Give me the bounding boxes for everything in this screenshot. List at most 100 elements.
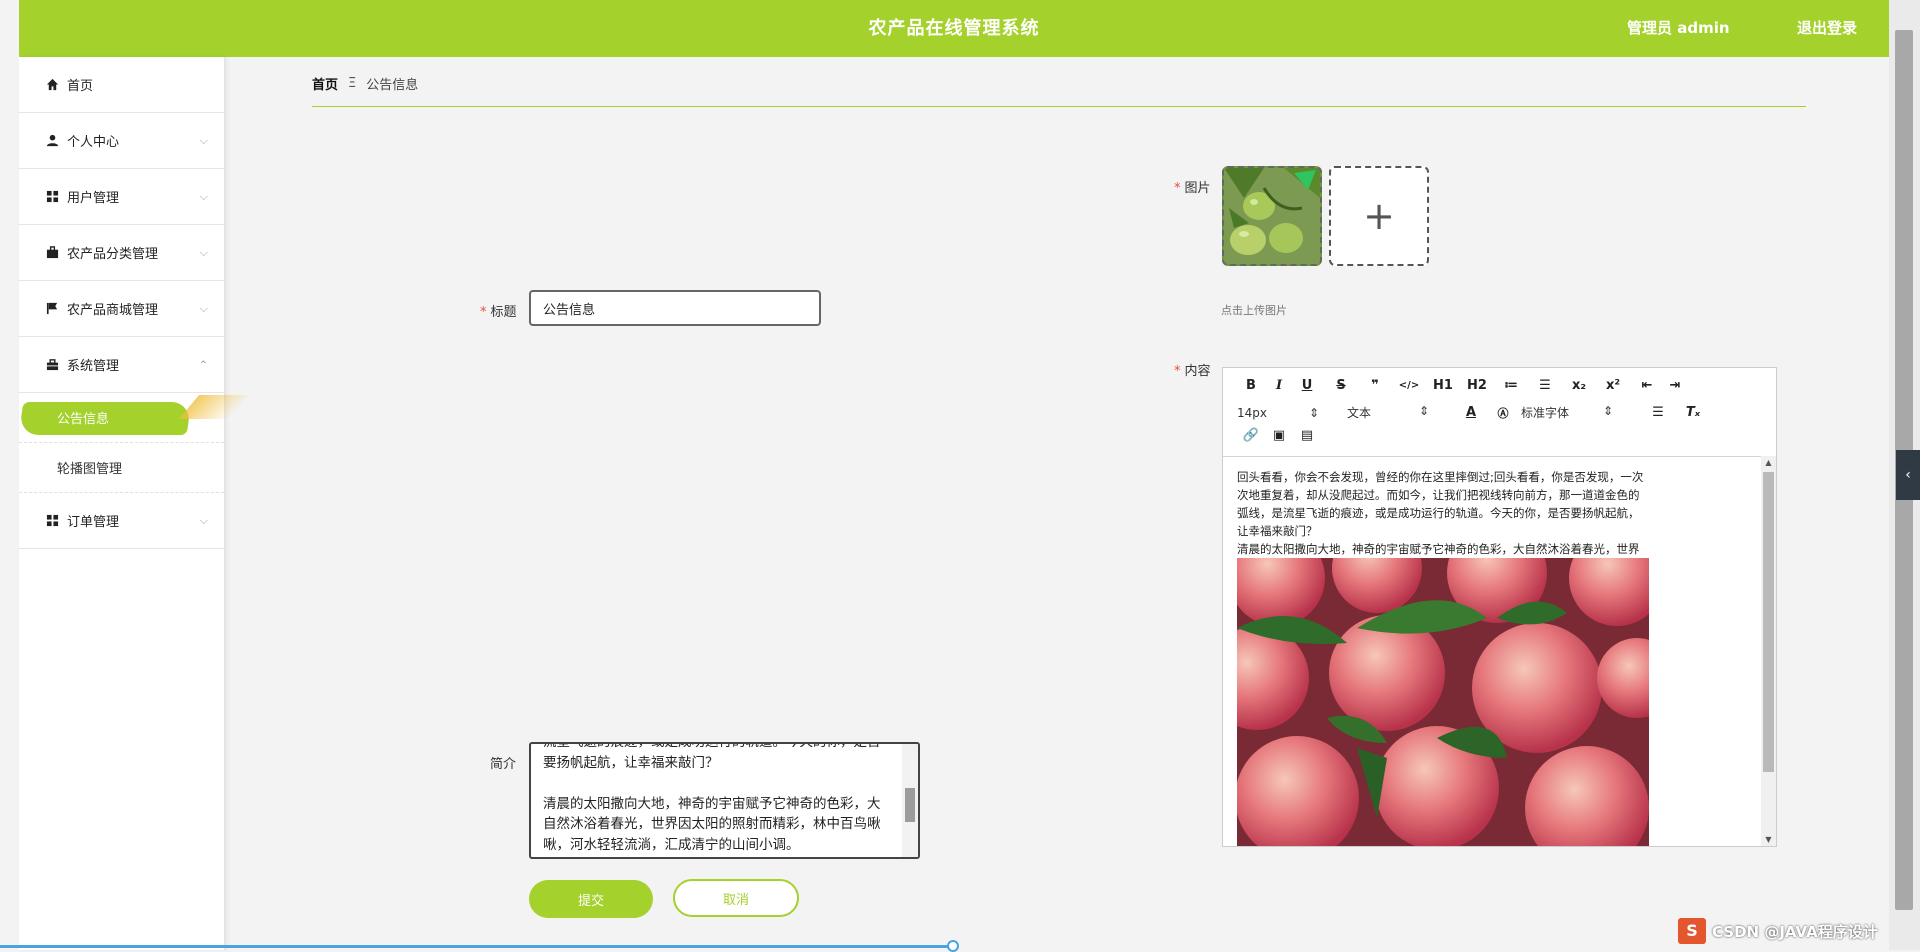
blockquote-button[interactable]: ❞ [1361, 378, 1389, 393]
watermark-text: CSDN @JAVA程序设计 [1712, 922, 1878, 941]
required-mark: * [1174, 181, 1181, 196]
current-user: 管理员 admin [1627, 19, 1730, 37]
image-icon[interactable]: ▣ [1265, 428, 1293, 443]
summary-text: 流星飞逝的痕迹，或是成功运行的轨道。今天的你，是否要扬帆起航，让幸福来敲门？ 清… [543, 742, 881, 853]
chevron-down-icon: ⌵ [199, 245, 208, 259]
sidebar-item-label: 个人中心 [67, 135, 120, 150]
scroll-up-icon[interactable]: ▲ [1761, 458, 1776, 467]
link-icon[interactable]: 🔗 [1237, 428, 1265, 443]
editor-content-area[interactable]: 回头看看，你会不会发现，曾经的你在这里摔倒过;回头看看，你是否发现，一次次地重复… [1223, 456, 1776, 846]
sidebar-item-order-management[interactable]: 订单管理 ⌵ [19, 493, 224, 549]
chevron-down-icon: ⌵ [199, 513, 208, 527]
sidebar-item-mall-management[interactable]: 农产品商城管理 ⌵ [19, 281, 224, 337]
toolbar-row-insert: 🔗 ▣ ▤ [1237, 428, 1321, 443]
sidebar-item-system-management[interactable]: 系统管理 ⌃ [19, 337, 224, 393]
chevron-down-icon: ⌵ [199, 133, 208, 147]
uploaded-image-thumbnail[interactable] [1222, 166, 1322, 266]
sidebar-subitem-carousel[interactable]: 轮播图管理 [19, 443, 224, 493]
csdn-logo-icon: S [1678, 918, 1706, 944]
sidebar-item-personal-center[interactable]: 个人中心 ⌵ [19, 113, 224, 169]
submit-button[interactable]: 提交 [529, 880, 653, 918]
summary-label: 简介 [490, 757, 517, 772]
plus-icon: + [1363, 194, 1395, 238]
toolbar-row-format: B I U S ❞ </> H1 H2 ≔ ☰ x₂ x² ⇤ ⇥ [1237, 378, 1689, 393]
font-family-select[interactable]: 标准字体 ⇕ [1521, 404, 1613, 421]
breadcrumb-home[interactable]: 首页 [312, 74, 338, 93]
upload-add-button[interactable]: + [1329, 166, 1429, 266]
code-button[interactable]: </> [1389, 380, 1429, 391]
font-color-icon[interactable]: A [1457, 405, 1485, 420]
grid-icon [45, 190, 59, 204]
content-label-text: 内容 [1184, 364, 1211, 379]
italic-button[interactable]: I [1265, 378, 1293, 393]
summary-scrollbar[interactable] [902, 744, 918, 857]
summary-textarea[interactable]: 流星飞逝的痕迹，或是成功运行的轨道。今天的你，是否要扬帆起航，让幸福来敲门？ 清… [529, 742, 920, 859]
underline-button[interactable]: U [1293, 378, 1321, 393]
sidebar-item-label: 首页 [67, 79, 94, 94]
highlight-flare [178, 395, 250, 419]
font-family-value: 标准字体 [1521, 406, 1570, 420]
breadcrumb: 首页 Ξ 公告信息 [312, 74, 418, 93]
select-arrows-icon: ⇕ [1418, 404, 1429, 418]
clear-format-icon[interactable]: Tₓ [1679, 405, 1707, 420]
title-label: * 标题 [480, 301, 517, 320]
upload-hint: 点击上传图片 [1221, 304, 1287, 317]
block-type-select[interactable]: 文本 ⇕ [1347, 404, 1429, 421]
font-size-value: 14px [1237, 405, 1267, 420]
image-label: * 图片 [1174, 177, 1211, 196]
select-arrows-icon: ⇕ [1308, 405, 1319, 420]
sidebar-item-label: 订单管理 [67, 515, 120, 530]
chevron-down-icon: ⌵ [199, 189, 208, 203]
sidebar-item-label: 农产品分类管理 [67, 247, 159, 262]
required-mark: * [480, 305, 487, 320]
ordered-list-button[interactable]: ≔ [1497, 378, 1525, 393]
sidebar-subitem-label: 轮播图管理 [57, 462, 123, 477]
peach-image [1237, 558, 1649, 846]
sidebar-item-label: 用户管理 [67, 191, 120, 206]
logout-button[interactable]: 退出登录 [1797, 0, 1857, 57]
chevron-up-icon: ⌃ [198, 358, 208, 371]
video-icon[interactable]: ▤ [1293, 428, 1321, 443]
sidebar: 首页 个人中心 ⌵ 用户管理 ⌵ 农产品分类管理 ⌵ 农产品商城管理 ⌵ 系统管… [18, 57, 250, 950]
bullet-list-button[interactable]: ☰ [1525, 378, 1565, 393]
required-mark: * [1174, 364, 1181, 379]
scroll-down-icon[interactable]: ▼ [1761, 835, 1776, 844]
h1-button[interactable]: H1 [1429, 378, 1457, 393]
indent-button[interactable]: ⇥ [1661, 378, 1689, 393]
summary-scroll-thumb[interactable] [905, 788, 915, 822]
csdn-watermark: S CSDN @JAVA程序设计 [1678, 918, 1878, 944]
app-title: 农产品在线管理系统 [868, 18, 1040, 39]
editor-scroll-thumb[interactable] [1763, 472, 1774, 772]
cancel-button[interactable]: 取消 [673, 879, 799, 917]
sidebar-item-label: 农产品商城管理 [67, 303, 159, 318]
user-icon [45, 134, 59, 148]
sidebar-item-home[interactable]: 首页 [19, 57, 224, 113]
superscript-button[interactable]: x² [1593, 378, 1633, 393]
breadcrumb-current: 公告信息 [366, 78, 419, 93]
toolbox-icon [45, 358, 59, 372]
side-panel-toggle[interactable]: ‹ [1896, 450, 1920, 500]
align-icon[interactable]: ☰ [1637, 405, 1679, 420]
sidebar-subitem-announcements[interactable]: 公告信息 [18, 393, 250, 443]
title-label-text: 标题 [490, 305, 517, 320]
progress-handle[interactable] [947, 940, 959, 952]
h2-button[interactable]: H2 [1457, 378, 1497, 393]
top-header: 农产品在线管理系统 管理员 admin 退出登录 [19, 0, 1889, 57]
breadcrumb-divider [312, 106, 1806, 107]
rich-text-editor[interactable]: B I U S ❞ </> H1 H2 ≔ ☰ x₂ x² ⇤ ⇥ 14px ⇕ … [1222, 367, 1777, 847]
image-label-text: 图片 [1184, 181, 1211, 196]
background-color-icon[interactable]: Ⓐ [1485, 405, 1521, 421]
toolbar-row-style: 14px ⇕ 文本 ⇕ A Ⓐ 标准字体 ⇕ ☰ Tₓ [1237, 404, 1707, 421]
strike-button[interactable]: S [1321, 378, 1361, 393]
subscript-button[interactable]: x₂ [1565, 378, 1593, 393]
bottom-progress-bar [0, 945, 954, 948]
flag-icon [45, 302, 59, 316]
grid-icon [45, 514, 59, 528]
title-input[interactable] [529, 290, 821, 326]
font-size-select[interactable]: 14px ⇕ [1237, 406, 1319, 420]
outdent-button[interactable]: ⇤ [1633, 378, 1661, 393]
editor-scrollbar[interactable]: ▲ ▼ [1761, 456, 1776, 846]
sidebar-item-user-management[interactable]: 用户管理 ⌵ [19, 169, 224, 225]
bold-button[interactable]: B [1237, 378, 1265, 393]
sidebar-item-category-management[interactable]: 农产品分类管理 ⌵ [19, 225, 224, 281]
